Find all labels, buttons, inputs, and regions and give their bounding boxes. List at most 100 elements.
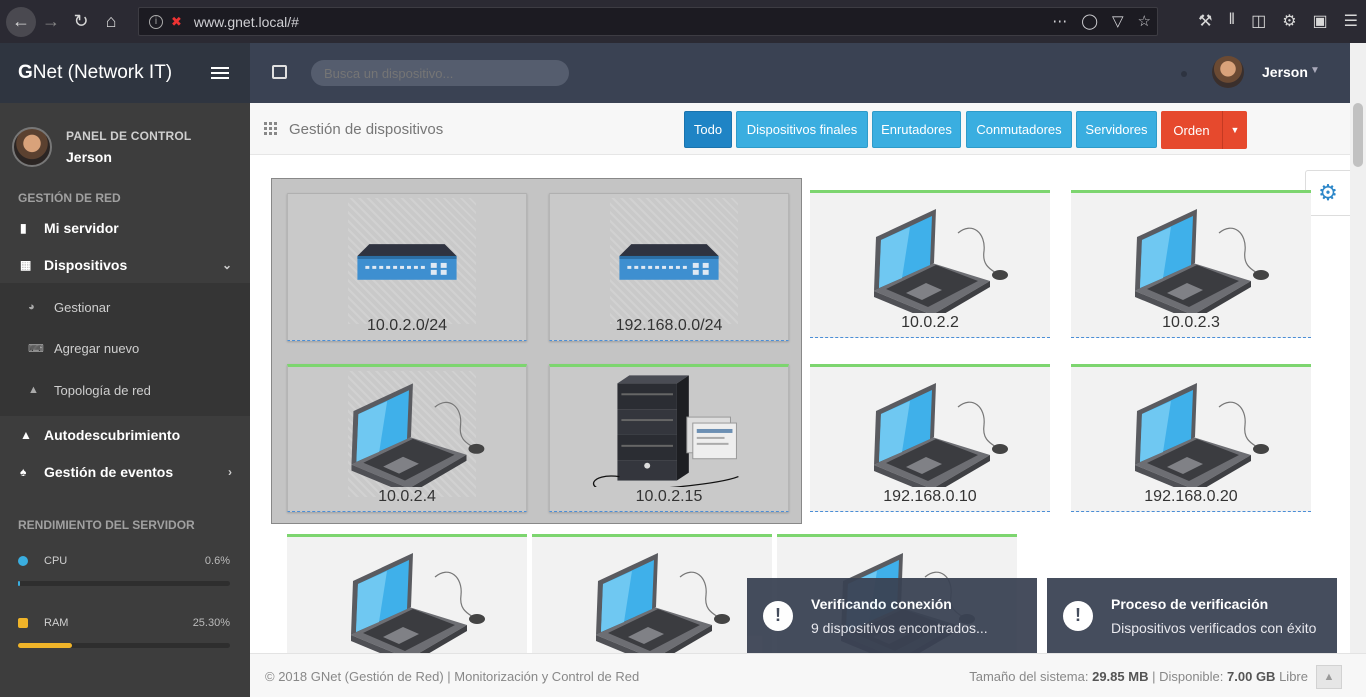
order-dropdown[interactable]: Orden ▼ (1161, 111, 1247, 149)
device-card[interactable]: 192.168.0.20 (1071, 364, 1311, 512)
server-icon (592, 374, 740, 487)
info-icon[interactable]: i (149, 14, 163, 29)
laptop-icon (1134, 382, 1270, 487)
home-icon[interactable]: ⌂ (96, 7, 126, 37)
wrench-icon[interactable]: ⚒ (1198, 11, 1212, 31)
grid-icon (264, 122, 277, 135)
size-label: Tamaño del sistema: (969, 669, 1089, 684)
notification-title: Proceso de verificación (1111, 595, 1269, 612)
ram-value: 25.30% (192, 617, 230, 629)
chevron-down-icon: ⌄ (221, 258, 232, 272)
device-card[interactable]: 192.168.0.0/24 (549, 193, 789, 341)
grid-icon: ▦ (20, 258, 32, 272)
device-label: 10.0.2.4 (378, 488, 436, 505)
search-input[interactable] (311, 60, 569, 86)
ram-bar (18, 643, 230, 648)
filter-conmutadores-button[interactable]: Conmutadores (966, 111, 1072, 148)
laptop-icon (350, 382, 485, 487)
sidebar-item-label: Topología de red (54, 382, 151, 398)
profile-title: PANEL DE CONTROL (66, 129, 192, 143)
cpu-icon (18, 556, 28, 566)
browser-toolbar: ← → ↻ ⌂ i ✖ www.gnet.local/# ⋯ ◯ ▽ ☆ ⚒ ‖… (0, 0, 1366, 43)
device-label: 10.0.2.3 (1162, 314, 1220, 331)
sidebar-toggle-icon[interactable]: ◫ (1251, 11, 1266, 31)
scrollbar[interactable] (1350, 43, 1366, 653)
filter-servidores-button[interactable]: Servidores (1076, 111, 1157, 148)
laptop-icon (873, 382, 1009, 487)
filter-todo-button[interactable]: Todo (684, 111, 732, 148)
avatar (12, 127, 52, 167)
sidebar-item-label: Agregar nuevo (54, 340, 140, 356)
sitemap-icon: ▲ (20, 428, 32, 442)
user-name[interactable]: Jerson (1262, 64, 1308, 80)
reload-icon[interactable]: ↻ (66, 7, 96, 37)
laptop-icon (873, 208, 1009, 313)
avail-label: | Disponible: (1152, 669, 1224, 684)
notification-body: Dispositivos verificados con éxito (1111, 619, 1317, 636)
device-label: 10.0.2.15 (635, 488, 703, 505)
sidebar-item-label: Autodescubrimiento (44, 427, 181, 443)
footer: © 2018 GNet (Gestión de Red) | Monitoriz… (250, 653, 1366, 697)
filter-dispositivos-finales-button[interactable]: Dispositivos finales (736, 111, 868, 148)
scroll-to-top-button[interactable]: ▲ (1316, 665, 1342, 689)
address-bar[interactable]: i ✖ www.gnet.local/# ⋯ ◯ ▽ ☆ (138, 7, 1158, 36)
more-dots-icon[interactable]: ⋯ (1052, 12, 1067, 30)
device-card[interactable]: 192.168.0.10 (810, 364, 1050, 512)
page-title: Gestión de dispositivos (289, 121, 444, 138)
section-label-performance: RENDIMIENTO DEL SERVIDOR (18, 518, 195, 532)
pocket-icon[interactable]: ▽ (1112, 12, 1124, 30)
library-icon[interactable]: ‖ (1228, 11, 1235, 31)
device-card[interactable]: 10.0.2.15 (549, 364, 789, 512)
gear-icon[interactable]: ⚙ (1305, 170, 1350, 216)
lightbulb-icon[interactable]: ◯ (1081, 12, 1098, 30)
fullscreen-icon[interactable] (272, 65, 287, 79)
order-button[interactable]: Orden (1161, 111, 1223, 149)
sidebar-item-gestionar[interactable]: ◕ Gestionar (0, 289, 250, 325)
url-text[interactable]: www.gnet.local/# (194, 14, 299, 30)
caret-down-icon[interactable]: ▼ (1223, 111, 1247, 149)
switch-icon (619, 244, 719, 280)
sidebar: G Net (Network IT) PANEL DE CONTROL Jerso… (0, 43, 250, 697)
sidebar-item-mi-servidor[interactable]: ▮ Mi servidor (0, 210, 250, 246)
forward-arrow-icon[interactable]: → (36, 7, 66, 37)
content-header: Gestión de dispositivos Todo Dispositivo… (250, 103, 1350, 155)
avail-value: 7.00 GB (1227, 669, 1276, 684)
device-card[interactable]: 10.0.2.4 (287, 364, 527, 512)
cpu-label: CPU (44, 555, 68, 567)
sidebar-item-label: Dispositivos (44, 257, 128, 273)
device-label: 192.168.0.20 (1144, 488, 1238, 505)
sidebar-item-dispositivos[interactable]: ▦ Dispositivos ⌄ (0, 247, 250, 283)
notification-connection[interactable]: ! Verificando conexión 9 dispositivos en… (747, 578, 1037, 653)
laptop-icon (1134, 208, 1270, 313)
filter-enrutadores-button[interactable]: Enrutadores (872, 111, 961, 148)
sidebar-item-eventos[interactable]: ♠ Gestión de eventos › (0, 454, 250, 490)
sidebar-item-agregar-nuevo[interactable]: ⌨ Agregar nuevo (0, 330, 250, 366)
brand-name: Net (Network IT) (32, 62, 173, 83)
size-value: 29.85 MB (1092, 669, 1149, 684)
avatar[interactable] (1212, 56, 1244, 88)
sidebar-item-label: Gestión de eventos (44, 464, 174, 480)
back-arrow-icon[interactable]: ← (6, 6, 36, 37)
exclamation-icon: ! (1063, 600, 1093, 631)
sidebar-item-topologia[interactable]: ▲ Topología de red (0, 372, 250, 408)
notification-body: 9 dispositivos encontrados... (811, 619, 988, 636)
keyboard-icon: ⌨ (28, 342, 44, 355)
bookmark-star-icon[interactable]: ☆ (1138, 12, 1151, 30)
ram-metric: RAM 25.30% (18, 617, 230, 629)
menu-icon[interactable]: ☰ (1344, 11, 1358, 31)
sidebar-item-autodescubrimiento[interactable]: ▲ Autodescubrimiento (0, 417, 250, 453)
scrollbar-thumb[interactable] (1353, 103, 1363, 167)
gear-icon[interactable]: ⚙ (1282, 11, 1296, 31)
exclamation-icon: ! (763, 600, 793, 631)
device-card[interactable]: 10.0.2.3 (1071, 190, 1311, 338)
extension-icon[interactable]: ▣ (1313, 11, 1328, 31)
caret-down-icon[interactable]: ▼ (1310, 65, 1320, 76)
insecure-lock-icon[interactable]: ✖ (171, 14, 182, 30)
cpu-value: 0.6% (204, 555, 230, 567)
hamburger-menu-icon[interactable] (211, 67, 229, 79)
device-card[interactable]: 10.0.2.2 (810, 190, 1050, 338)
cpu-metric: CPU 0.6% (18, 555, 230, 567)
notification-verification[interactable]: ! Proceso de verificación Dispositivos v… (1047, 578, 1337, 653)
device-label: 10.0.2.0/24 (366, 317, 448, 334)
device-card[interactable]: 10.0.2.0/24 (287, 193, 527, 341)
